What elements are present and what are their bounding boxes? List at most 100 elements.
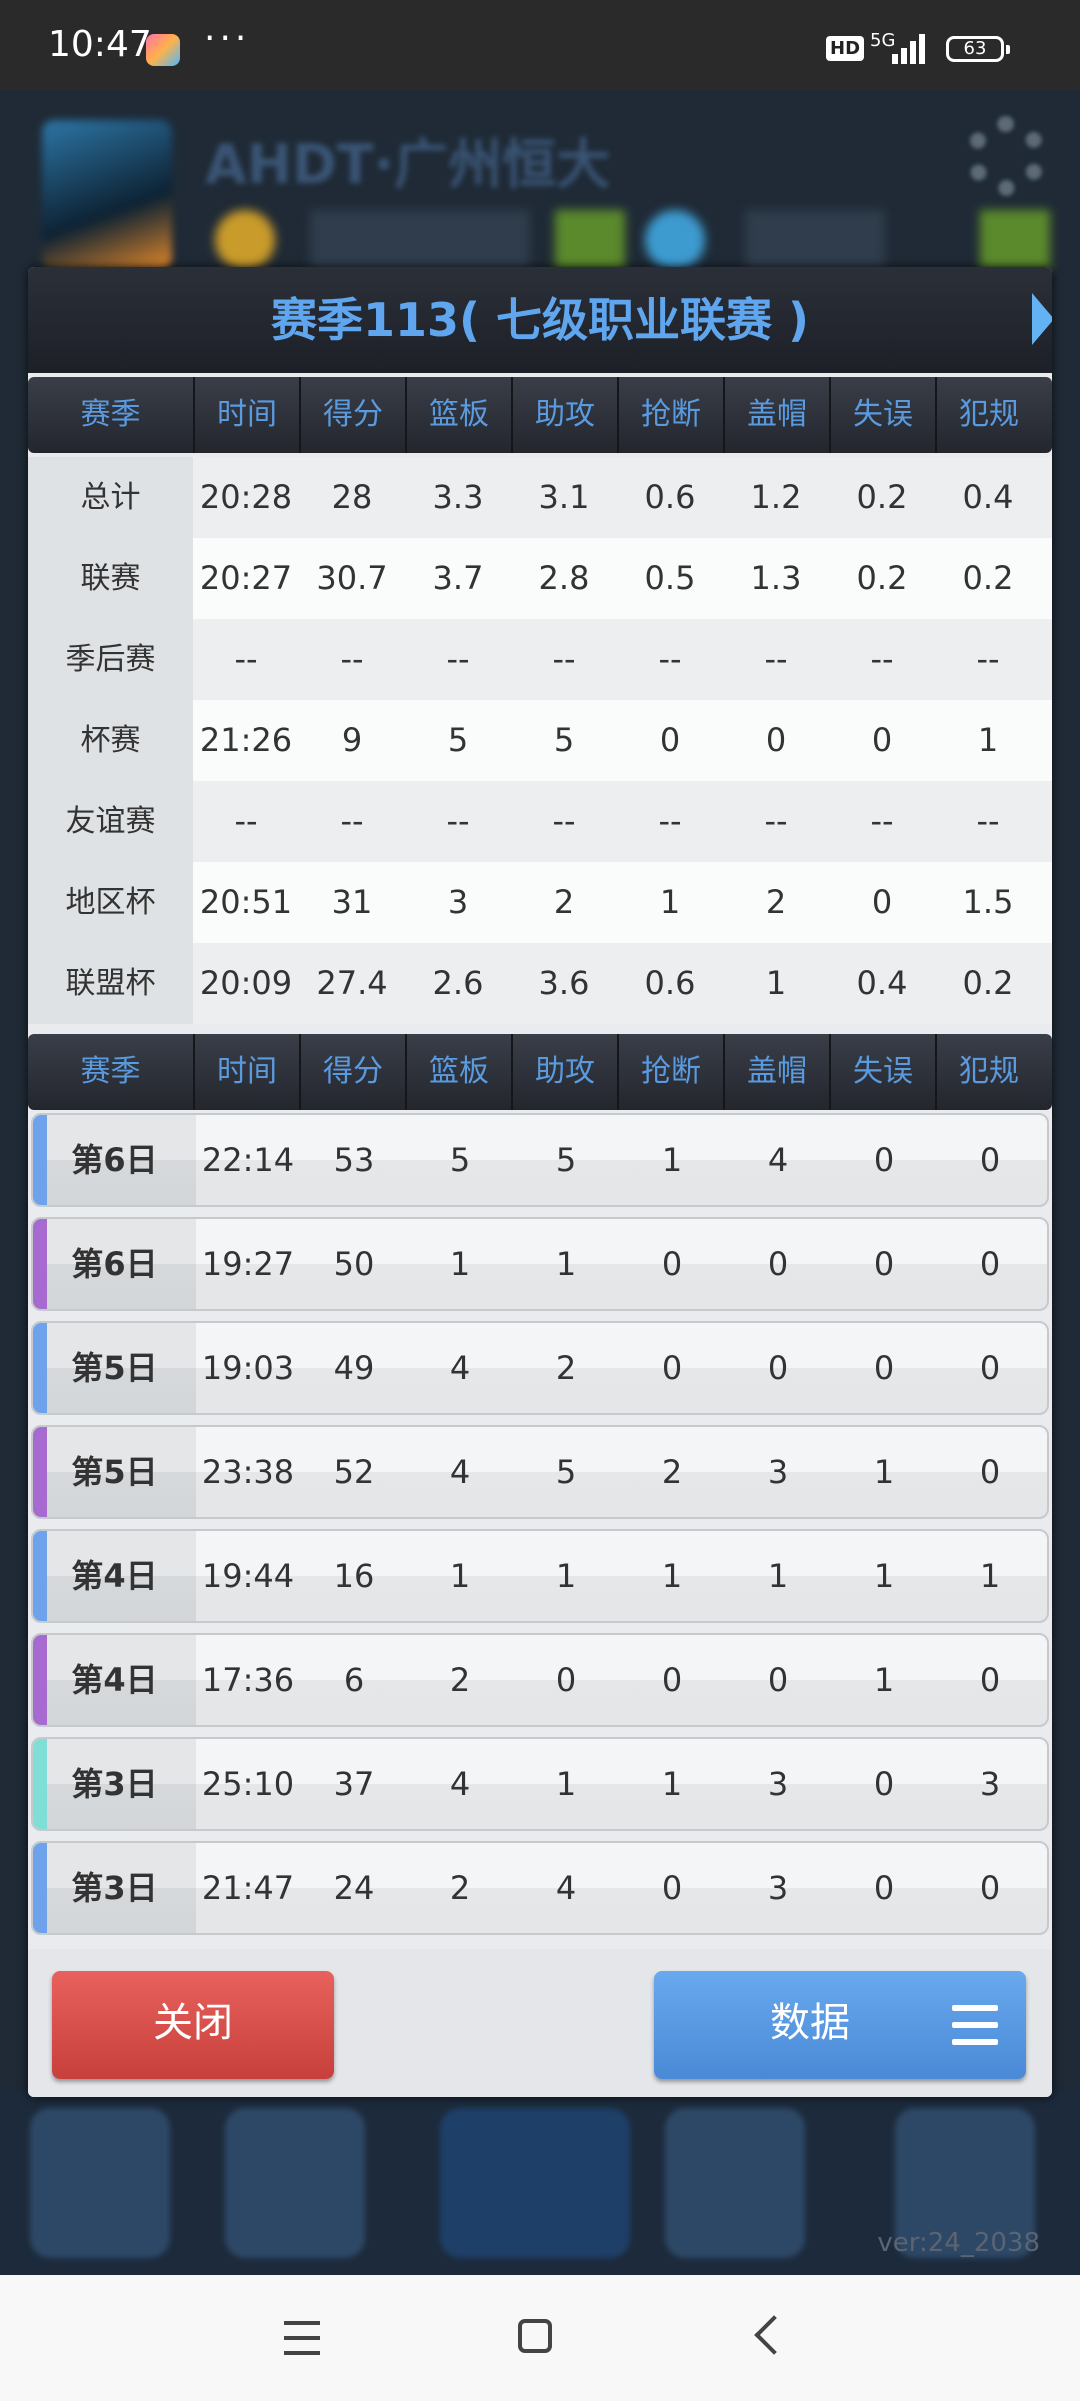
game-cell: 0 [979,1869,1001,1907]
game-cell: 3 [767,1765,789,1803]
summary-cell: 30.7 [316,559,388,597]
game-day-label: 第5日 [33,1427,196,1517]
summary-cell: 1.3 [750,559,802,597]
game-cell: 4 [449,1453,471,1491]
summary-cell: 27.4 [316,964,388,1002]
game-cell: 1 [555,1557,577,1595]
star-icon [30,2108,170,2258]
game-cell: 3 [767,1869,789,1907]
game-row[interactable]: 第3日 21:47 24 2 4 0 3 0 0 [31,1841,1049,1935]
summary-row-label: 杯赛 [28,700,193,781]
game-cell: 1 [661,1765,683,1803]
summary-cell: 3.7 [432,559,484,597]
battery-icon: 63 [946,36,1010,62]
game-row[interactable]: 第3日 25:10 37 4 1 1 3 0 3 [31,1737,1049,1831]
summary-cell: 0.2 [856,478,908,516]
summary-cell: -- [764,802,788,840]
game-cell: 4 [767,1141,789,1179]
game-day-label: 第6日 [33,1219,196,1309]
summary-row-label: 地区杯 [28,862,193,943]
summary-cell: 3 [447,883,469,921]
game-cell: 23:38 [201,1453,295,1491]
summary-cell: -- [340,802,364,840]
column-header: 失误 [829,377,935,453]
game-cell: 2 [449,1661,471,1699]
game-cell: 1 [767,1557,789,1595]
summary-cell: 0.6 [644,964,696,1002]
summary-cell: 0.4 [856,964,908,1002]
summary-cell: -- [976,802,1000,840]
summary-row: 联盟杯 20:09 27.4 2.6 3.6 0.6 1 0.4 0.2 [28,943,1052,1024]
game-cell: 0 [873,1141,895,1179]
team-logo [42,120,172,270]
yen-icon [225,2108,365,2258]
game-cell: 0 [979,1245,1001,1283]
game-day-label: 第5日 [33,1323,196,1413]
recent-apps-icon[interactable] [284,2321,320,2355]
game-cell: 1 [449,1557,471,1595]
diamond-icon [645,210,705,270]
dialog-footer: 关闭 数据 [28,1949,1052,2097]
hd-icon: HD [826,36,865,61]
summary-cell: 2 [553,883,575,921]
game-row[interactable]: 第5日 19:03 49 4 2 0 0 0 0 [31,1321,1049,1415]
game-cell: 0 [979,1661,1001,1699]
game-cell: 19:27 [201,1245,295,1283]
game-cell: 1 [555,1245,577,1283]
back-icon[interactable] [754,2315,794,2355]
summary-cell: -- [340,640,364,678]
column-header: 抢断 [617,377,723,453]
close-button[interactable]: 关闭 [52,1971,334,2079]
summary-cell: 1.2 [750,478,802,516]
game-cell: 5 [555,1141,577,1179]
summary-cell: -- [976,640,1000,678]
data-button[interactable]: 数据 [654,1971,1026,2079]
game-row[interactable]: 第4日 19:44 16 1 1 1 1 1 1 [31,1529,1049,1623]
summary-cell: 0 [765,721,787,759]
summary-row: 杯赛 21:26 9 5 5 0 0 0 1 [28,700,1052,781]
game-cell: 37 [333,1765,375,1803]
game-cell: 1 [873,1661,895,1699]
game-row[interactable]: 第5日 23:38 52 4 5 2 3 1 0 [31,1425,1049,1519]
game-cell: 5 [449,1141,471,1179]
game-row[interactable]: 第6日 19:27 50 1 1 0 0 0 0 [31,1217,1049,1311]
competition-color-bar [33,1739,47,1829]
status-bar: 10:47 ··· HD 5G 63 [0,0,1080,90]
game-cell: 0 [767,1661,789,1699]
summary-row: 季后赛 -- -- -- -- -- -- -- -- [28,619,1052,700]
competition-color-bar [33,1635,47,1725]
next-season-arrow-icon[interactable] [1032,293,1052,345]
competition-color-bar [33,1219,47,1309]
game-row[interactable]: 第4日 17:36 6 2 0 0 0 1 0 [31,1633,1049,1727]
summary-cell: 3.3 [432,478,484,516]
game-app-icon [146,34,180,66]
game-cell: 16 [333,1557,375,1595]
summary-cell: 2.6 [432,964,484,1002]
game-day-label: 第3日 [33,1843,196,1933]
game-row[interactable]: 第6日 22:14 53 5 5 1 4 0 0 [31,1113,1049,1207]
competition-color-bar [33,1427,47,1517]
game-cell: 0 [979,1453,1001,1491]
column-header: 赛季 [80,397,141,432]
summary-cell: 3.1 [538,478,590,516]
more-notifications-icon: ··· [204,18,251,59]
game-cell: 0 [661,1869,683,1907]
column-header: 失误 [829,1034,935,1110]
game-cell: 19:44 [201,1557,295,1595]
summary-cell: 1 [765,964,787,1002]
game-cell: 4 [555,1869,577,1907]
game-cell: 19:03 [201,1349,295,1387]
game-cell: 22:14 [201,1141,295,1179]
summary-row-label: 季后赛 [28,619,193,700]
game-cell: 1 [449,1245,471,1283]
column-header: 犯规 [935,1034,1041,1110]
game-cell: 1 [661,1557,683,1595]
home-icon[interactable] [518,2319,552,2353]
summary-cell: 1 [977,721,999,759]
game-cell: 0 [661,1349,683,1387]
game-cell: 5 [555,1453,577,1491]
column-header: 时间 [193,377,299,453]
game-cell: 21:47 [201,1869,295,1907]
game-day-label: 第3日 [33,1739,196,1829]
game-cell: 0 [661,1245,683,1283]
